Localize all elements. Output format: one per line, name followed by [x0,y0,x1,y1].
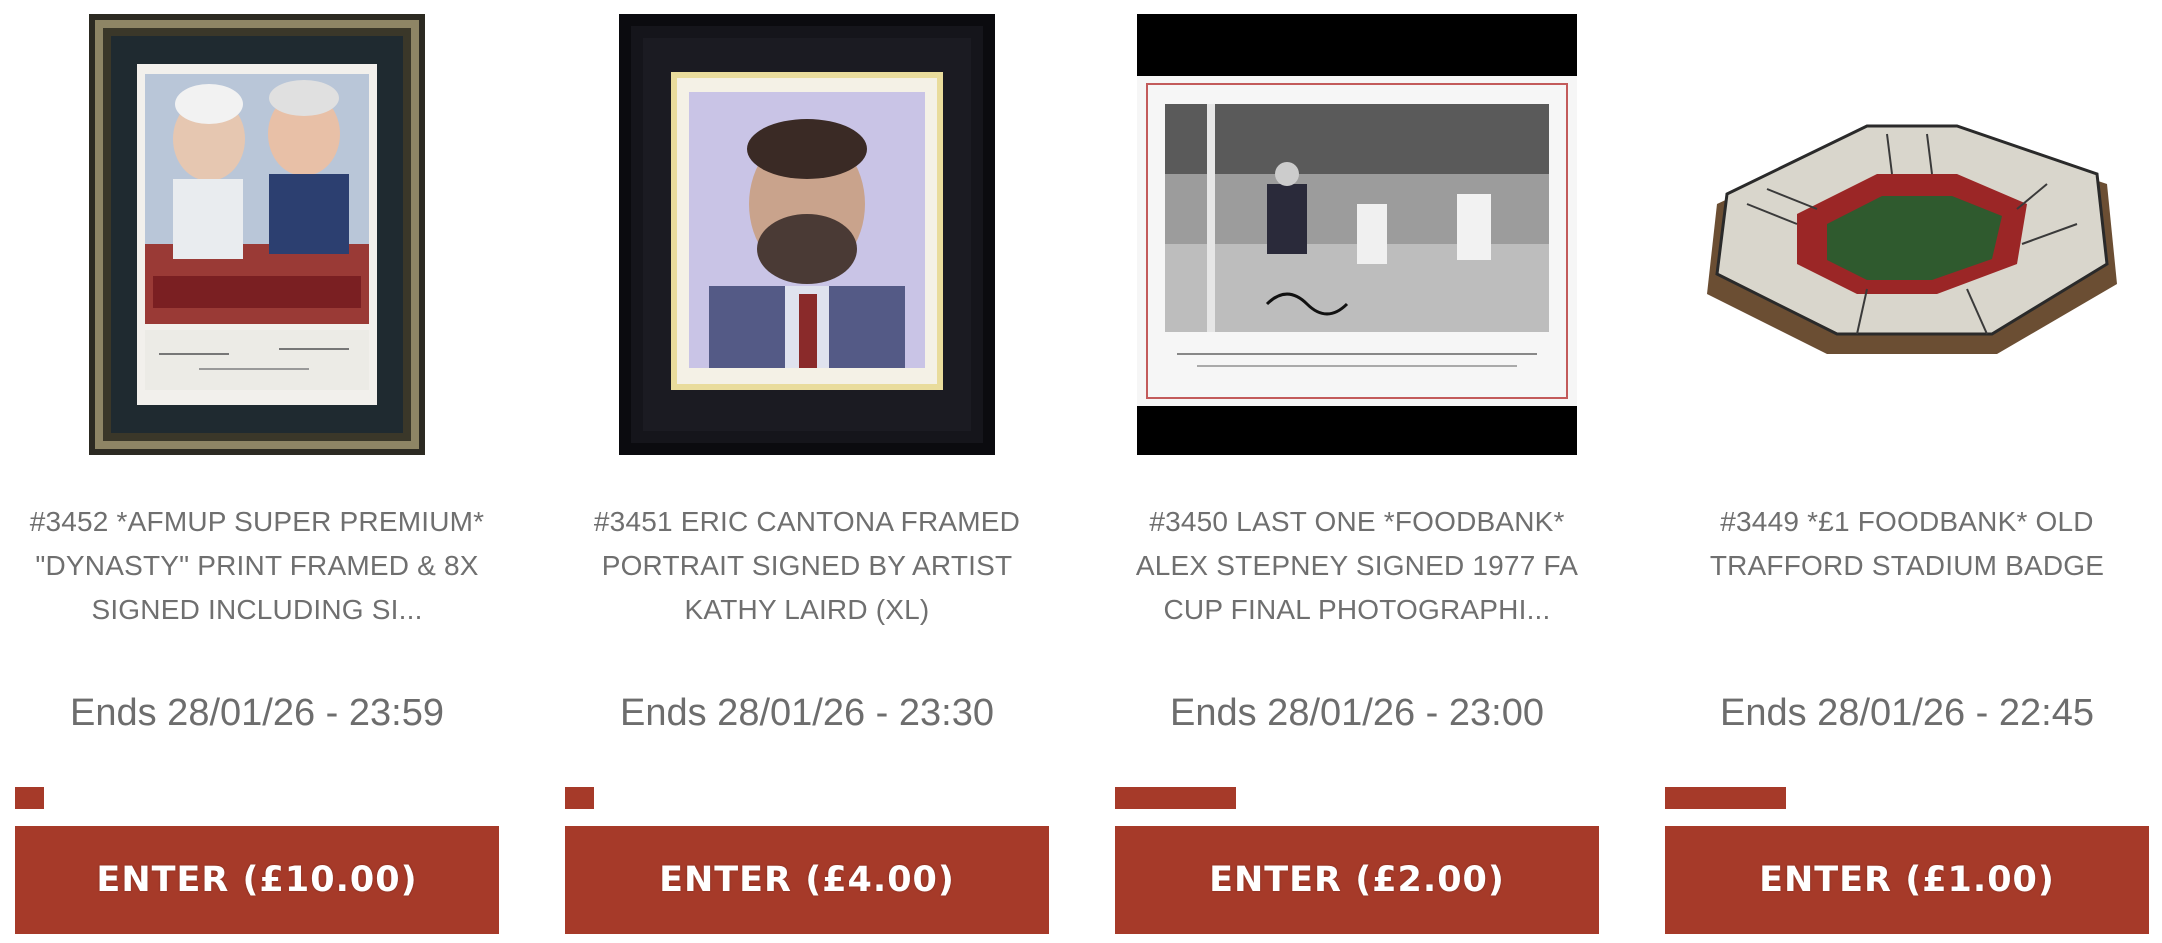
product-image-link[interactable] [1665,14,2149,455]
product-image-link[interactable] [15,14,499,455]
progress-fill [565,787,595,809]
end-date: Ends 28/01/26 - 23:00 [1170,692,1544,734]
product-card: #3450 LAST ONE *FOODBANK* ALEX STEPNEY S… [1115,0,1599,943]
progress-fill [1115,787,1236,809]
enter-button[interactable]: ENTER (£4.00) [565,826,1049,934]
product-title[interactable]: #3450 LAST ONE *FOODBANK* ALEX STEPNEY S… [1115,500,1599,632]
enter-button[interactable]: ENTER (£2.00) [1115,826,1599,934]
product-image[interactable] [1137,14,1577,455]
product-image-link[interactable] [565,14,1049,455]
product-image[interactable] [1687,14,2127,455]
product-card: #3452 *AFMUP SUPER PREMIUM* "DYNASTY" PR… [15,0,499,943]
product-title[interactable]: #3451 ERIC CANTONA FRAMED PORTRAIT SIGNE… [565,500,1049,632]
progress-fill [15,787,45,809]
product-title[interactable]: #3449 *£1 FOODBANK* OLD TRAFFORD STADIUM… [1665,500,2149,588]
product-card: #3449 *£1 FOODBANK* OLD TRAFFORD STADIUM… [1665,0,2149,943]
progress-bar [15,787,499,809]
end-date: Ends 28/01/26 - 22:45 [1720,692,2094,734]
progress-fill [1665,787,1786,809]
product-image[interactable] [89,14,425,455]
progress-bar [1665,787,2149,809]
product-image[interactable] [619,14,995,455]
progress-bar [565,787,1049,809]
end-date: Ends 28/01/26 - 23:30 [620,692,994,734]
enter-button[interactable]: ENTER (£10.00) [15,826,499,934]
product-title[interactable]: #3452 *AFMUP SUPER PREMIUM* "DYNASTY" PR… [15,500,499,632]
enter-button[interactable]: ENTER (£1.00) [1665,826,2149,934]
product-card: #3451 ERIC CANTONA FRAMED PORTRAIT SIGNE… [565,0,1049,943]
product-grid: #3452 *AFMUP SUPER PREMIUM* "DYNASTY" PR… [0,0,2162,943]
progress-bar [1115,787,1599,809]
end-date: Ends 28/01/26 - 23:59 [70,692,444,734]
product-image-link[interactable] [1115,14,1599,455]
